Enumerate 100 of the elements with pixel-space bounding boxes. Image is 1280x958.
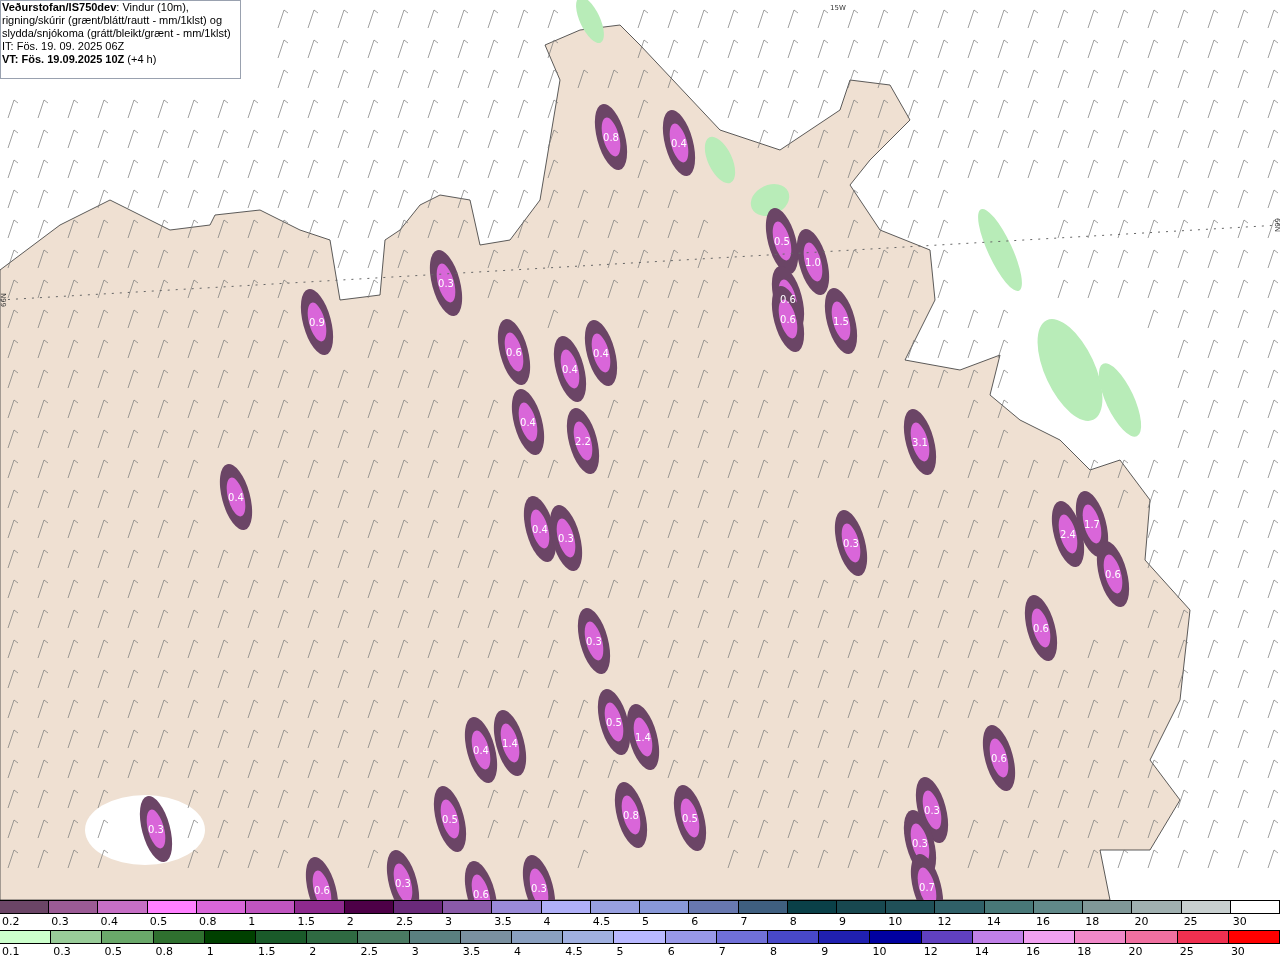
legend-label: 0.8 <box>155 945 174 958</box>
snow-cell-drawing <box>673 784 707 852</box>
legend-label: 1.5 <box>258 945 276 958</box>
legend-label: 1.5 <box>297 915 315 928</box>
legend-label: 7 <box>740 915 748 928</box>
legend-label: 4.5 <box>565 945 583 958</box>
legend-label: 14 <box>974 945 989 958</box>
legend-label: 0.5 <box>149 915 168 928</box>
legend-label: 6 <box>691 915 699 928</box>
legend-label: 2.5 <box>395 915 414 928</box>
legend-label: 0.4 <box>100 915 118 928</box>
legend-label: 8 <box>770 945 778 958</box>
snow-cell-drawing <box>796 228 830 296</box>
snow-cell-drawing <box>834 509 868 577</box>
contour-label: 0.5 <box>774 236 790 247</box>
contour-label: 0.4 <box>593 348 609 359</box>
legend-label: 10 <box>888 915 903 928</box>
snow-cell-drawing <box>597 688 631 756</box>
snow-cell-drawing <box>824 287 858 355</box>
contour-label: 0.5 <box>682 813 698 824</box>
contour-label: 0.3 <box>438 278 454 289</box>
contour-label: 0.8 <box>623 810 639 821</box>
legend-label: 2 <box>309 945 317 958</box>
contour-label: 0.5 <box>606 717 622 728</box>
legend-label: 2.5 <box>360 945 378 958</box>
legend-label: 3 <box>411 945 419 958</box>
contour-label: 0.4 <box>532 524 548 535</box>
rain-cell-drawing <box>576 0 604 43</box>
legend-label: 3 <box>445 915 453 928</box>
legend-label: 10 <box>872 945 887 958</box>
snow-cell-drawing <box>549 504 583 572</box>
snow-cell-drawing <box>765 207 799 275</box>
contour-label: 2.2 <box>575 436 591 447</box>
legend-label: 9 <box>839 915 846 928</box>
legend-label: 3.5 <box>494 915 512 928</box>
snow-cell-drawing <box>553 335 587 403</box>
snow-cell-drawing <box>626 703 660 771</box>
contour-label: 0.6 <box>473 889 489 900</box>
contour-label: 1.5 <box>833 316 849 327</box>
legend-label: 0.3 <box>51 915 69 928</box>
legend-label: 0.3 <box>53 945 71 958</box>
snow-cell-drawing <box>771 285 805 353</box>
legend-label: 16 <box>1035 915 1050 928</box>
contour-label: 3.1 <box>912 437 928 448</box>
contour-label: 0.9 <box>309 317 325 328</box>
rain-cell-drawing <box>704 136 736 184</box>
valid-time: VT: Fös. 19.09.2025 10Z (+4 h) <box>2 53 158 66</box>
legend-label: 9 <box>821 945 829 958</box>
legend-label: 8 <box>789 915 797 928</box>
contour-label: 0.6 <box>780 294 796 305</box>
legend-label: 25 <box>1183 915 1198 928</box>
snow-cell-drawing <box>1096 540 1130 608</box>
snow-cell-drawing <box>429 249 463 317</box>
legend-label: 16 <box>1026 945 1041 958</box>
legend-label: 20 <box>1134 915 1149 928</box>
legend-label: 6 <box>667 945 675 958</box>
legend-label: 18 <box>1085 915 1100 928</box>
legend-label: 4 <box>543 915 551 928</box>
snow-cell-drawing <box>594 103 628 171</box>
snow-cell-drawing <box>584 319 618 387</box>
legend-label: 14 <box>986 915 1001 928</box>
contour-label: 0.3 <box>395 878 411 889</box>
snow-cell-drawing <box>577 607 611 675</box>
contour-label: 0.3 <box>924 805 940 816</box>
legend-label: 4 <box>514 945 522 958</box>
snow-cell-drawing <box>493 709 527 777</box>
contour-label: 0.3 <box>912 838 928 849</box>
contour-label: 0.4 <box>228 492 244 503</box>
contour-label: 0.6 <box>991 753 1007 764</box>
snow-cell-drawing <box>433 785 467 853</box>
issue-time: IT: Fös. 19. 09. 2025 06Z <box>2 40 126 53</box>
snow-cell-drawing <box>511 388 545 456</box>
contour-label: 0.3 <box>843 538 859 549</box>
contour-label: 0.6 <box>314 885 330 896</box>
snow-cell-drawing <box>566 407 600 475</box>
snow-cell-drawing <box>982 724 1016 792</box>
contour-label: 1.0 <box>805 257 821 268</box>
legend-label: 30 <box>1232 915 1247 928</box>
legend-label: 5 <box>642 915 650 928</box>
contour-label: 0.7 <box>919 882 935 893</box>
contour-label: 0.5 <box>442 814 458 825</box>
snow-cell-drawing <box>464 716 498 784</box>
legend-label: 1 <box>206 945 214 958</box>
contour-label: 0.4 <box>562 364 578 375</box>
snow-cell-drawing <box>497 318 531 386</box>
contour-label: 2.4 <box>1060 529 1076 540</box>
legend-label: 7 <box>718 945 726 958</box>
contour-label: 0.6 <box>1105 569 1121 580</box>
legend-label: 4.5 <box>592 915 611 928</box>
legend-label: 1 <box>248 915 256 928</box>
rain-cell-drawing <box>750 184 790 216</box>
contour-label: 0.6 <box>1033 623 1049 634</box>
legend-label: 2 <box>346 915 354 928</box>
snow-cell-drawing <box>662 109 696 177</box>
legend-label: 12 <box>923 945 938 958</box>
contour-label: 0.4 <box>671 138 687 149</box>
snow-cell-drawing <box>139 795 173 863</box>
contour-label: 0.4 <box>520 417 536 428</box>
snow-cell-drawing <box>219 463 253 531</box>
map-description: Veðurstofan/IS750dev: Vindur (10m), rigning/skúrir (grænt/blátt/rautt - mm/1klst) og slydda/snjókoma (grátt/bleikt/grænt - mm/1klst) <box>2 1 232 40</box>
